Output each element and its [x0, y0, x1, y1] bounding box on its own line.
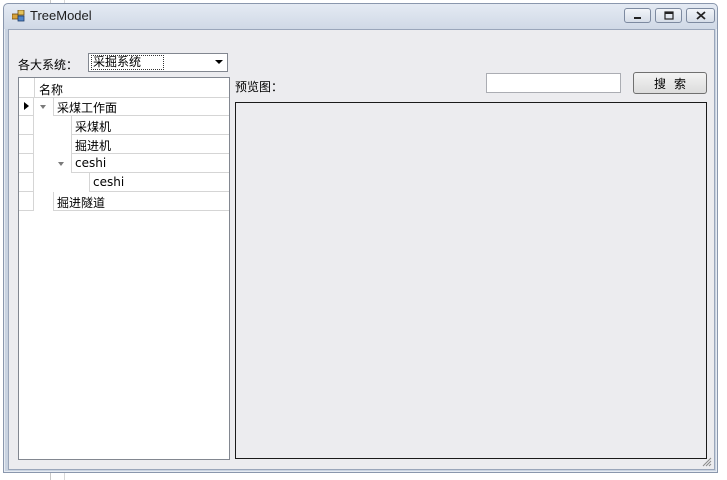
- app-icon: [12, 10, 25, 22]
- client-area: 各大系统： 采掘系统 名称 采煤工作面 采煤机 掘进机 ceshi ceshi …: [8, 29, 715, 470]
- tree-node-label: 采煤机: [75, 120, 112, 134]
- tree-cell[interactable]: 采煤工作面: [53, 97, 229, 116]
- preview-panel: [235, 102, 707, 459]
- tree-cell[interactable]: 掘进隧道: [53, 192, 229, 211]
- tree-cell[interactable]: 掘进机: [71, 135, 229, 154]
- tree-node-label: ceshi: [93, 175, 125, 189]
- resize-grip-icon[interactable]: [702, 457, 712, 467]
- tree-cell[interactable]: ceshi: [71, 154, 229, 173]
- tree-header: 名称: [19, 78, 229, 98]
- combobox-dropdown-button[interactable]: [211, 54, 227, 71]
- preview-label: 预览图：: [235, 80, 284, 94]
- minimize-button[interactable]: [624, 8, 651, 23]
- header-separator: [34, 78, 35, 97]
- current-row-arrow-icon: [24, 102, 29, 110]
- tree-node-label: 掘进隧道: [57, 196, 106, 210]
- close-button[interactable]: [686, 8, 715, 23]
- close-icon: [695, 11, 706, 20]
- row-header[interactable]: [19, 116, 34, 135]
- maximize-button[interactable]: [655, 8, 682, 23]
- search-button[interactable]: 搜索: [633, 72, 707, 94]
- chevron-down-icon: [215, 60, 223, 64]
- row-header[interactable]: [19, 97, 34, 116]
- tree-row[interactable]: ceshi: [19, 173, 229, 192]
- tree-row[interactable]: 采煤机: [19, 116, 229, 135]
- title-bar[interactable]: TreeModel: [4, 4, 717, 29]
- system-label: 各大系统：: [18, 58, 79, 72]
- collapse-triangle-icon[interactable]: [39, 103, 47, 111]
- row-header[interactable]: [19, 135, 34, 154]
- tree-row[interactable]: ceshi: [19, 154, 229, 173]
- tree-grid[interactable]: 名称 采煤工作面 采煤机 掘进机 ceshi ceshi 掘进隧道: [18, 77, 230, 460]
- tree-node-label: 采煤工作面: [57, 101, 118, 115]
- tree-row[interactable]: 采煤工作面: [19, 97, 229, 116]
- row-header[interactable]: [19, 173, 34, 192]
- tree-row[interactable]: 掘进机: [19, 135, 229, 154]
- tree-cell[interactable]: ceshi: [89, 173, 229, 192]
- system-combobox-value: 采掘系统: [90, 55, 165, 70]
- column-header-name[interactable]: 名称: [39, 81, 63, 98]
- tree-node-label: 掘进机: [75, 139, 112, 153]
- tree-row[interactable]: 掘进隧道: [19, 192, 229, 211]
- window-title: TreeModel: [30, 8, 92, 23]
- system-combobox[interactable]: 采掘系统: [88, 53, 228, 72]
- minimize-icon: [633, 16, 641, 19]
- collapse-triangle-icon[interactable]: [57, 160, 65, 168]
- row-header[interactable]: [19, 154, 34, 173]
- maximize-icon: [663, 11, 674, 20]
- search-input[interactable]: [486, 73, 621, 93]
- main-window: TreeModel 各大系统： 采掘系统 名称 采煤工作面 采煤机 掘进机 ce…: [3, 3, 718, 473]
- tree-node-label: ceshi: [75, 156, 107, 170]
- row-header[interactable]: [19, 192, 34, 211]
- tree-cell[interactable]: 采煤机: [71, 116, 229, 135]
